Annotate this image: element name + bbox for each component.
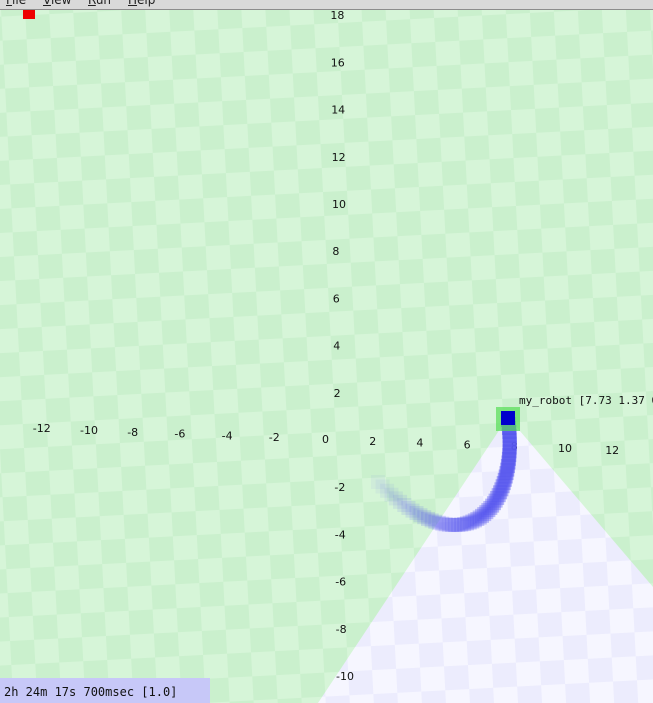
y-tick-label: -8 <box>336 623 347 636</box>
y-tick-label: 16 <box>331 56 345 69</box>
menu-view[interactable]: View <box>43 0 71 7</box>
y-tick-label: 6 <box>333 292 340 305</box>
x-tick-label: 2 <box>369 435 376 448</box>
menu-bar: File View Run Help <box>0 0 653 10</box>
x-tick-label: 4 <box>416 437 423 450</box>
x-tick-label: 10 <box>558 442 572 455</box>
y-tick-label: -2 <box>334 481 345 494</box>
robot-body[interactable] <box>501 411 515 425</box>
y-tick-label: -4 <box>335 528 346 541</box>
x-tick-label: -4 <box>222 429 233 442</box>
x-tick-label: 6 <box>464 438 471 451</box>
y-tick-label: -10 <box>336 670 354 683</box>
x-tick-label: -6 <box>174 428 185 441</box>
y-tick-label: 14 <box>331 104 345 117</box>
y-tick-label: 8 <box>332 245 339 258</box>
y-tick-label: 2 <box>334 387 341 400</box>
menu-run[interactable]: Run <box>88 0 111 7</box>
x-tick-label: -10 <box>80 424 98 437</box>
y-tick-label: 12 <box>332 151 346 164</box>
robot-label: my_robot [7.73 1.37 0.0 <box>519 394 653 407</box>
goal-marker[interactable] <box>23 10 35 19</box>
x-tick-label: 0 <box>322 433 329 446</box>
x-tick-label: -12 <box>33 422 51 435</box>
world-canvas[interactable]: 18 16 14 12 10 8 6 4 2 -2 -4 -6 -8 -10 -12 -10 -8 -6 -4 -2… <box>0 10 653 703</box>
y-tick-label: 4 <box>333 340 340 353</box>
y-tick-label: 10 <box>332 198 346 211</box>
world-view[interactable]: 18 16 14 12 10 8 6 4 2 -2 -4 -6 -8 -10 -12 -10 -8 -6 -4 -2… <box>0 10 653 703</box>
lit-area <box>0 10 653 350</box>
y-tick-label: -6 <box>335 576 346 589</box>
menu-file[interactable]: File <box>6 0 26 7</box>
x-tick-label: -2 <box>269 431 280 444</box>
simulation-clock: 2h 24m 17s 700msec [1.0] <box>4 685 178 699</box>
menu-help[interactable]: Help <box>128 0 155 7</box>
status-bar: 2h 24m 17s 700msec [1.0] <box>0 678 210 703</box>
x-tick-label: -8 <box>127 426 138 439</box>
x-tick-label: 12 <box>605 444 619 457</box>
y-tick-label: 18 <box>330 10 344 22</box>
